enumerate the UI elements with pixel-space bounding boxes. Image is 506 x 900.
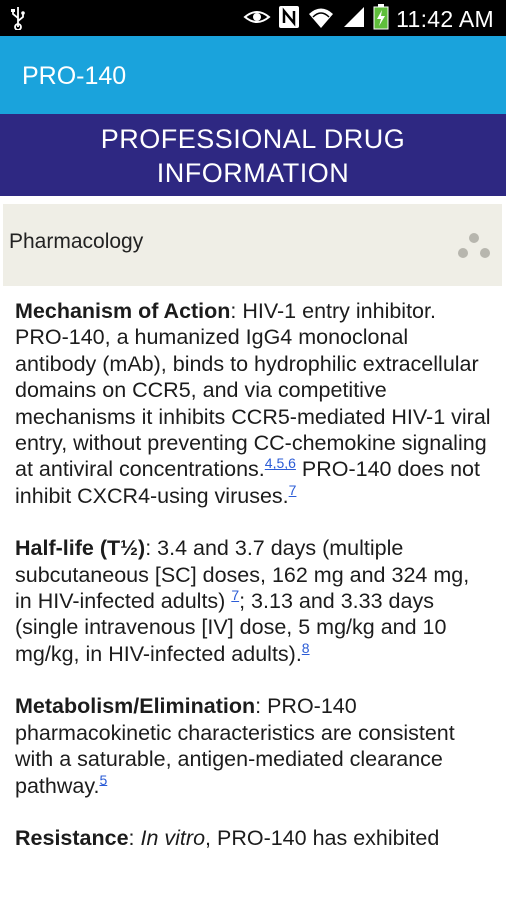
resistance-text-2: , PRO-140 has exhibited xyxy=(205,825,440,850)
heading-resistance: Resistance xyxy=(15,825,129,850)
reference-link[interactable]: 7 xyxy=(289,482,297,498)
banner-line-1: PROFESSIONAL DRUG xyxy=(100,124,406,154)
clock: 11:42 AM xyxy=(396,6,494,32)
header-banner: PROFESSIONAL DRUG INFORMATION xyxy=(0,114,506,196)
eye-icon xyxy=(243,7,271,32)
heading-metabolism: Metabolism/Elimination xyxy=(15,694,256,719)
reference-link[interactable]: 8 xyxy=(302,640,310,656)
wifi-icon xyxy=(307,5,335,34)
app-bar: PRO-140 xyxy=(0,36,506,114)
reference-link[interactable]: 5 xyxy=(99,771,107,787)
usb-icon xyxy=(10,6,26,35)
resistance-text: : xyxy=(128,825,141,850)
content-body: Mechanism of Action: HIV-1 entry inhibit… xyxy=(15,298,491,877)
resistance-italic: In vitro xyxy=(140,825,206,850)
reference-link[interactable]: 7 xyxy=(231,587,239,603)
heading-mechanism: Mechanism of Action xyxy=(15,299,231,323)
paragraph-mechanism: Mechanism of Action: HIV-1 entry inhibit… xyxy=(15,298,491,509)
battery-charging-icon xyxy=(373,4,389,35)
section-header-pharmacology[interactable]: Pharmacology xyxy=(3,204,502,286)
status-bar: 11:42 AM xyxy=(0,0,506,36)
heading-half-life: Half-life (T½) xyxy=(15,536,146,561)
more-dots-icon[interactable] xyxy=(456,232,492,260)
signal-icon xyxy=(342,5,366,34)
section-title: Pharmacology xyxy=(9,230,144,253)
paragraph-half-life: Half-life (T½): 3.4 and 3.7 days (multip… xyxy=(15,535,491,667)
reference-link[interactable]: 4,5,6 xyxy=(265,455,296,471)
nfc-icon xyxy=(278,5,300,34)
mechanism-text: : HIV-1 entry inhibitor. PRO-140, a huma… xyxy=(15,299,491,482)
paragraph-resistance: Resistance: In vitro, PRO-140 has exhibi… xyxy=(15,825,491,851)
banner-line-2: INFORMATION xyxy=(156,158,350,188)
paragraph-metabolism: Metabolism/Elimination: PRO-140 pharmaco… xyxy=(15,693,491,799)
app-title: PRO-140 xyxy=(22,62,127,90)
